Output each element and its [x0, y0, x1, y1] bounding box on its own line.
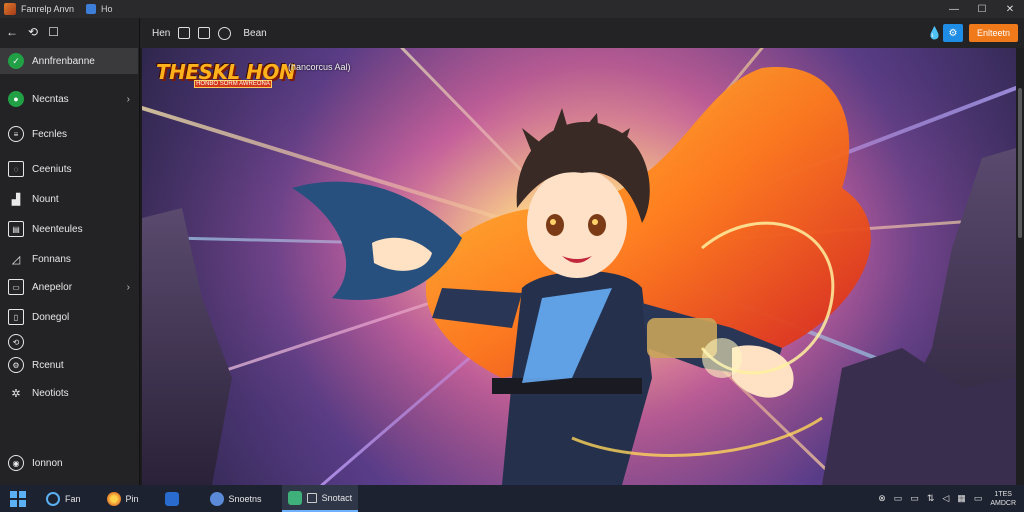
- tab-item[interactable]: Ho: [86, 4, 113, 14]
- refresh-icon[interactable]: [218, 26, 232, 40]
- battery-icon[interactable]: ▭: [974, 493, 983, 504]
- app-icon: [209, 491, 224, 506]
- toolbar: Hen Bean 💧 ⚙ Enlteetn: [140, 18, 1024, 48]
- sidebar-item-8[interactable]: ▯ Donegol: [0, 304, 138, 330]
- clock-time: 1TES: [994, 490, 1012, 498]
- vertical-scrollbar[interactable]: [1016, 48, 1024, 485]
- gear-icon: ✲: [11, 387, 21, 400]
- taskbar-item-label: Fan: [65, 493, 81, 504]
- window-icon[interactable]: ☐: [48, 25, 59, 39]
- scrollbar-thumb[interactable]: [1018, 88, 1022, 238]
- settings-icon: ⚙: [8, 357, 24, 373]
- search-icon: [46, 491, 60, 506]
- chevron-right-icon: ›: [126, 281, 130, 293]
- anime-hero-illustration: [142, 48, 1016, 485]
- document-icon[interactable]: [198, 27, 211, 39]
- display-icon[interactable]: ▭: [894, 493, 903, 504]
- clock-date: AMDCR: [990, 499, 1016, 507]
- taskbar-item-4[interactable]: Snotact: [281, 485, 359, 512]
- taskbar-item-label: Snoetns: [228, 493, 262, 504]
- close-button[interactable]: ✕: [996, 0, 1024, 18]
- document-icon: ▯: [8, 309, 24, 325]
- clock[interactable]: 1TES AMDCR: [990, 490, 1016, 508]
- browser-icon: [106, 491, 121, 506]
- file-explorer-icon: [164, 491, 179, 506]
- windows-start-icon[interactable]: [10, 490, 26, 507]
- sidebar-item-label: Fonnans: [32, 253, 71, 265]
- sidebar-item-4[interactable]: ▟ Nount: [0, 186, 138, 212]
- image-viewer-icon: [287, 490, 302, 505]
- taskbar-item-label: Snotact: [321, 492, 353, 503]
- taskbar-item-1[interactable]: Pin: [101, 485, 145, 512]
- sidebar-top-bar: ← ⟲ ☐: [0, 18, 139, 46]
- toolbar-menu-item[interactable]: Hen: [152, 28, 170, 39]
- sidebar-item-label: Annfrenbanne: [32, 55, 95, 67]
- sidebar-item-label: Fecnles: [32, 128, 68, 140]
- taskbar-item-2[interactable]: [159, 485, 190, 512]
- taskbar-item-0[interactable]: Fan: [40, 485, 87, 512]
- sidebar-item-1[interactable]: ● Necntas ›: [0, 86, 138, 112]
- globe-icon: ≡: [8, 126, 24, 142]
- monitor-icon: ▤: [8, 221, 24, 237]
- trend-icon: ◿: [11, 253, 21, 266]
- save-icon[interactable]: [178, 27, 191, 39]
- sidebar-item-11[interactable]: ✲ Neotiots: [0, 380, 138, 406]
- sidebar-item-label: Donegol: [32, 311, 70, 323]
- sidebar-item-label: Necntas: [32, 93, 69, 105]
- game-logo-subtitle: HONBO SORM AWREONA: [194, 80, 272, 88]
- app-icon: ✓: [8, 53, 24, 69]
- toolbar-right-group: 💧 ⚙ Enlteetn: [927, 24, 1018, 42]
- sidebar-item-0[interactable]: ✓ Annfrenbanne: [0, 48, 138, 74]
- artwork-caption: (hancorcus Aal): [288, 62, 351, 72]
- title-bar: Fanrelp Anvn Ho — ☐ ✕: [0, 0, 1024, 18]
- taskbar-item-3[interactable]: Snoetns: [204, 485, 268, 512]
- sidebar-item-12[interactable]: ◉ Ionnon: [0, 450, 138, 476]
- window-icon[interactable]: ▭: [910, 493, 919, 504]
- sidebar-item-label: Ionnon: [32, 457, 63, 469]
- maximize-button[interactable]: ☐: [968, 0, 996, 18]
- chart-icon: ▟: [11, 193, 21, 206]
- keyboard-icon[interactable]: ▦: [957, 493, 966, 504]
- history-icon[interactable]: ⟲: [28, 25, 38, 39]
- taskbar-item-label: Pin: [125, 493, 139, 504]
- chevron-right-icon: ›: [126, 93, 130, 105]
- sidebar-item-6[interactable]: ◿ Fonnans: [0, 246, 138, 272]
- window-title: Fanrelp Anvn: [21, 4, 75, 14]
- toolbar-menu-item[interactable]: Bean: [243, 28, 266, 39]
- system-tray: ⊗ ▭ ▭ ⇅ ◁ ▦ ▭ 1TES AMDCR: [878, 485, 1016, 512]
- minimize-button[interactable]: —: [940, 0, 968, 18]
- notification-icon[interactable]: ⊗: [878, 493, 886, 504]
- volume-icon[interactable]: ◁: [942, 493, 949, 504]
- sidebar-item-5[interactable]: ▤ Neenteules: [0, 216, 138, 242]
- tab-label: Ho: [101, 4, 113, 14]
- folder-icon: ▭: [8, 279, 24, 295]
- sidebar-item-2[interactable]: ≡ Fecnles: [0, 121, 138, 147]
- sidebar-item-label: Nount: [32, 193, 59, 205]
- sidebar-item-10[interactable]: ⚙ Rcenut: [0, 352, 138, 378]
- sidebar: ← ⟲ ☐ ✓ Annfrenbanne ● Necntas › ≡ Fecnl…: [0, 18, 140, 485]
- window-icon: [306, 492, 317, 503]
- back-arrow-icon[interactable]: ←: [6, 25, 18, 39]
- taskbar: Fan Pin Snoetns Snotact ⊗ ▭ ▭ ⇅ ◁ ▦ ▭ 1T…: [0, 485, 1024, 512]
- app-icon: [4, 3, 16, 15]
- account-icon: ◉: [8, 455, 24, 471]
- artwork-canvas: THESKL HON HONBO SORM AWREONA (hancorcus…: [142, 48, 1016, 485]
- chat-icon: ◌: [8, 161, 24, 177]
- sidebar-item-label: Neotiots: [32, 387, 69, 399]
- primary-action-button[interactable]: Enlteetn: [968, 24, 1018, 42]
- window-controls: — ☐ ✕: [940, 0, 1024, 18]
- water-drop-icon[interactable]: 💧: [927, 26, 942, 40]
- news-icon: ●: [8, 91, 24, 107]
- sidebar-item-3[interactable]: ◌ Ceeniuts: [0, 156, 138, 182]
- refresh-icon: ⟲: [8, 334, 24, 350]
- sidebar-item-label: Rcenut: [32, 359, 64, 371]
- sidebar-item-label: Neenteules: [32, 223, 83, 235]
- tab-icon: [86, 4, 97, 14]
- sidebar-item-label: Anepelor: [32, 281, 73, 293]
- settings-button[interactable]: ⚙: [942, 24, 963, 42]
- sidebar-item-7[interactable]: ▭ Anepelor ›: [0, 274, 138, 300]
- sidebar-item-label: Ceeniuts: [32, 163, 72, 175]
- network-icon[interactable]: ⇅: [927, 493, 935, 504]
